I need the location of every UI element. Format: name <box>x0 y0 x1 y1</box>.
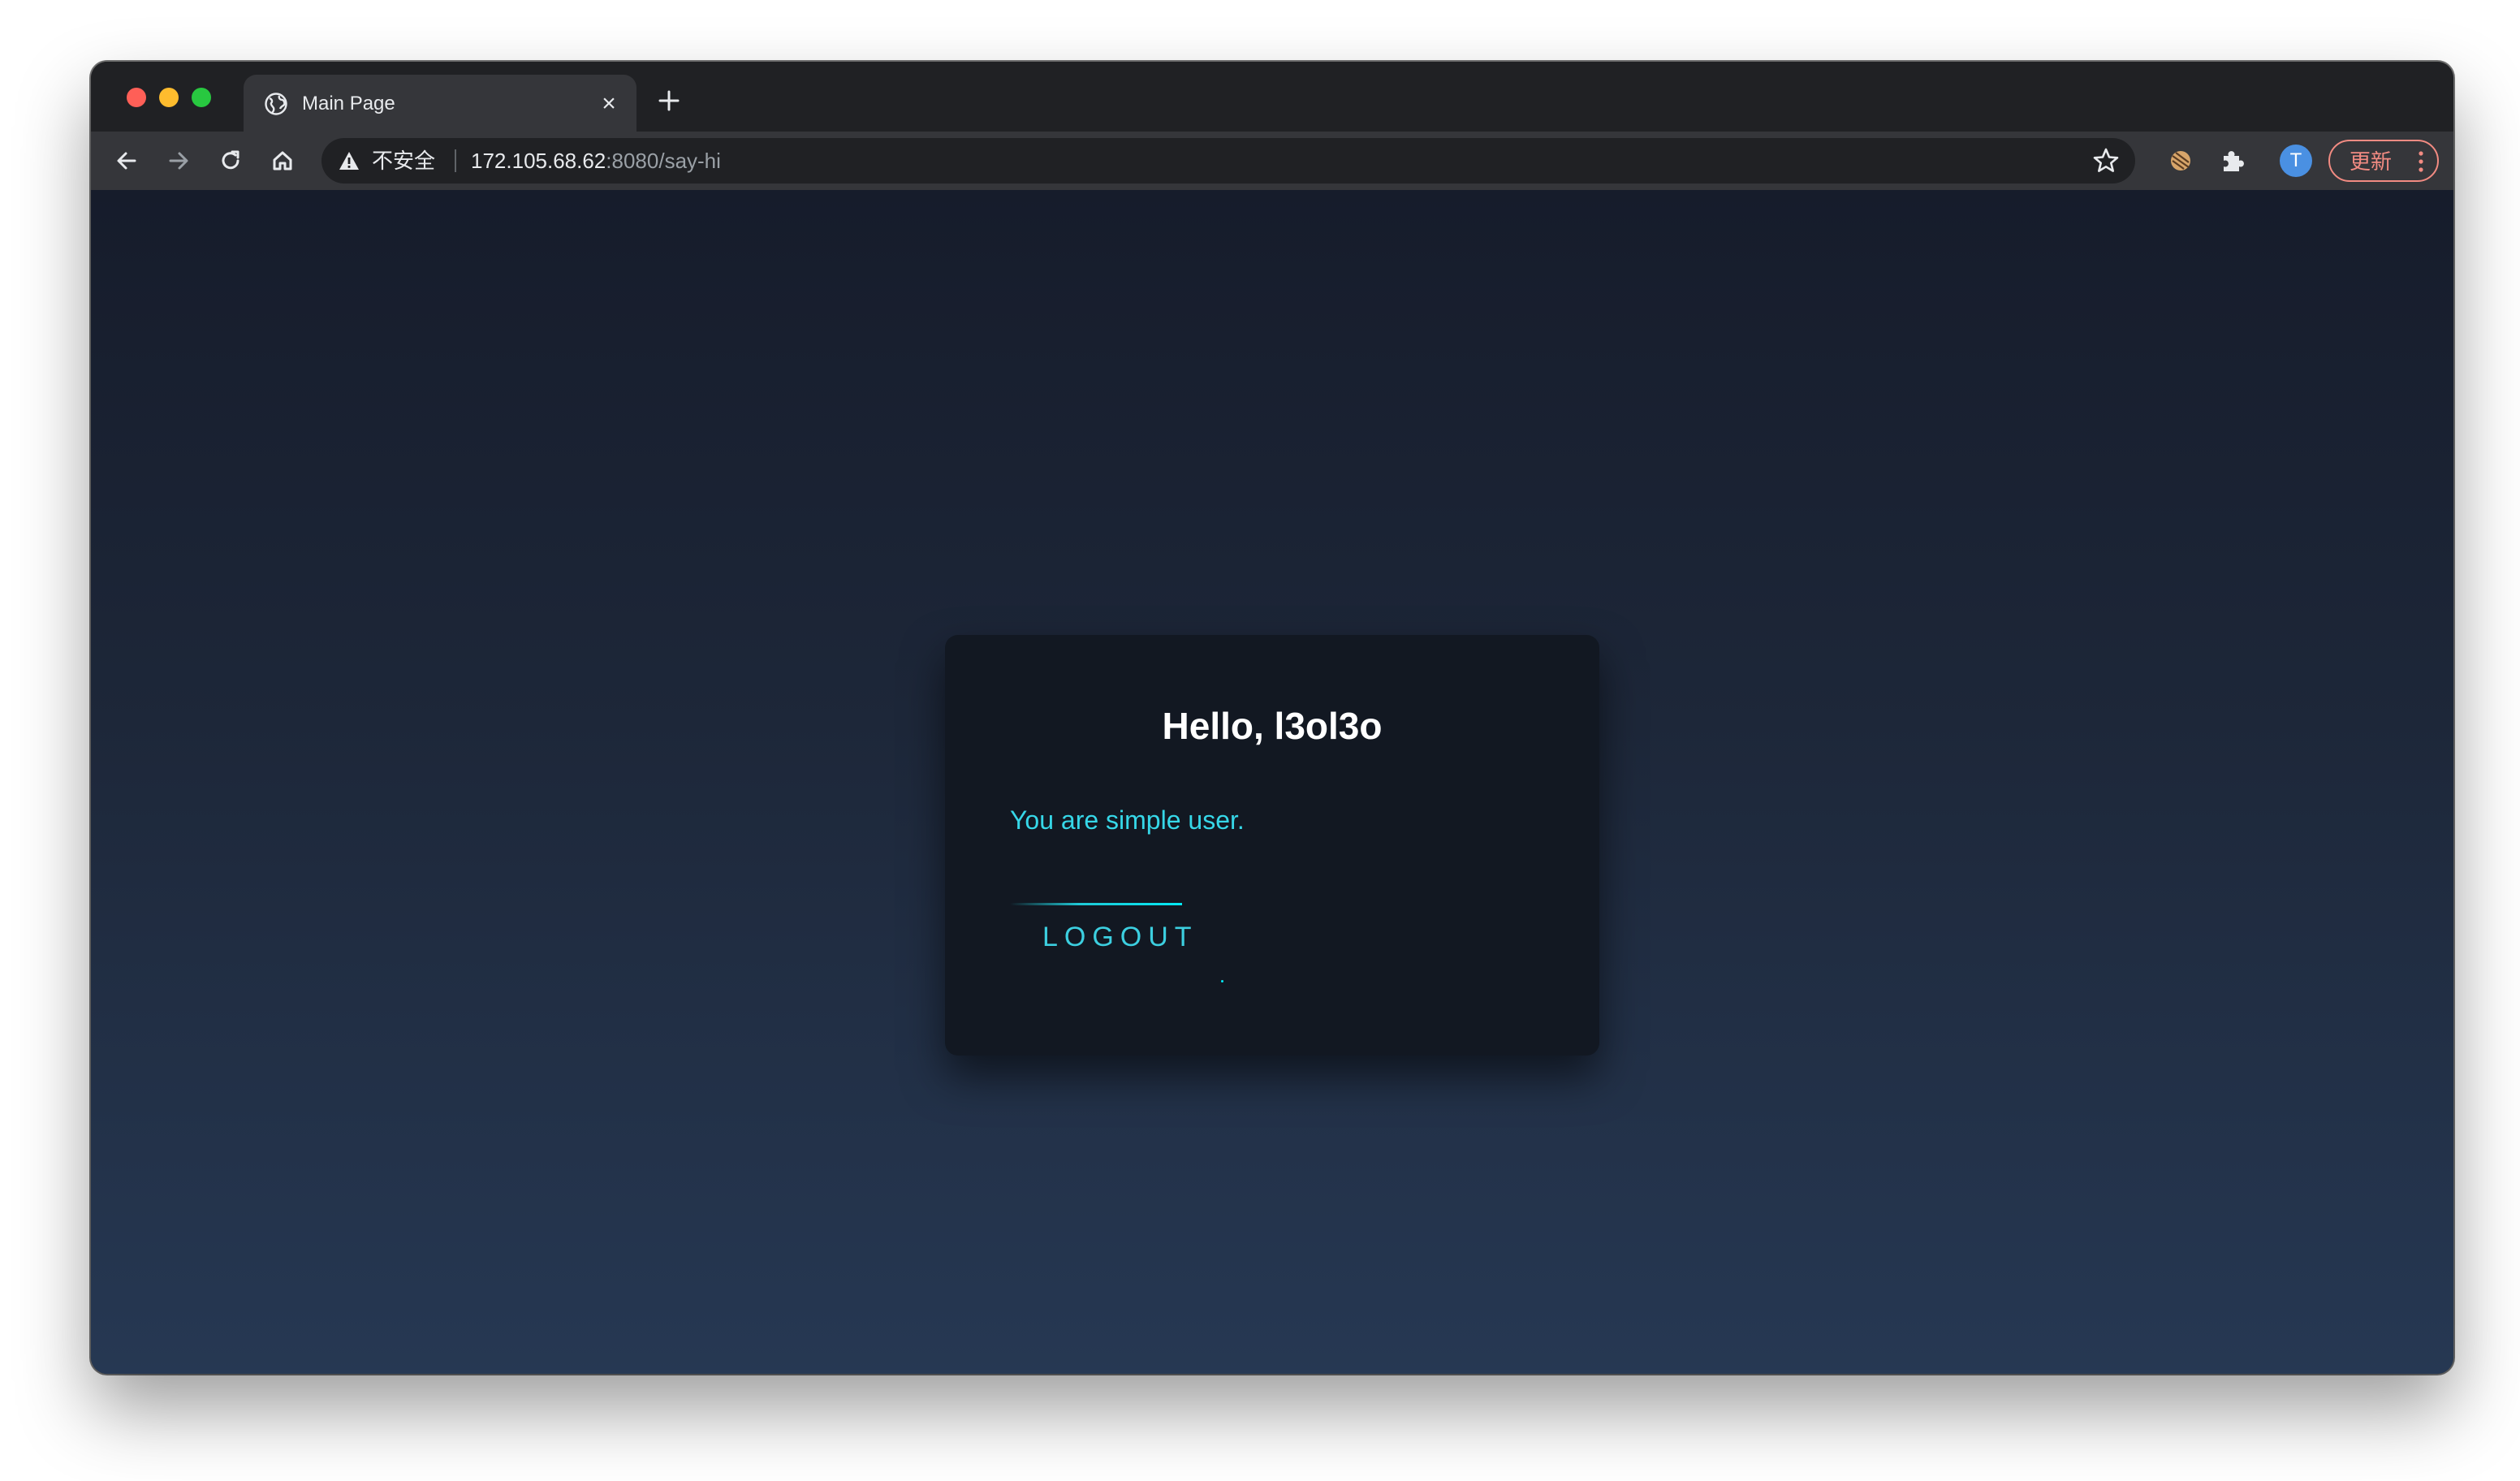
logout-label: LOGOUT <box>1042 922 1198 952</box>
tab-strip: Main Page × <box>91 62 2453 132</box>
greeting-heading: Hello, l3ol3o <box>1162 705 1383 747</box>
back-button[interactable] <box>110 145 143 177</box>
logout-glow-line <box>1010 903 1182 905</box>
user-role-text: You are simple user. <box>1010 805 1245 835</box>
home-icon <box>273 151 292 171</box>
close-tab-button[interactable]: × <box>594 89 624 119</box>
close-window-button[interactable] <box>127 88 146 107</box>
arrow-right-icon <box>169 152 188 170</box>
update-label: 更新 <box>2350 149 2393 174</box>
url-text[interactable]: 172.105.68.62:8080/say-hi <box>471 148 721 174</box>
arrow-left-icon <box>117 152 136 170</box>
url-host: 172.105.68.62 <box>471 149 606 173</box>
profile-avatar[interactable]: T <box>2280 145 2312 177</box>
globe-icon <box>263 91 289 117</box>
zoom-window-button[interactable] <box>192 88 211 107</box>
omnibox-divider <box>455 149 456 172</box>
logout-glow-dot <box>1221 980 1223 982</box>
tab-title: Main Page <box>302 93 395 114</box>
reload-button[interactable] <box>214 145 247 177</box>
welcome-card: Hello, l3ol3o You are simple user. LOGOU… <box>945 635 1599 1056</box>
reload-icon <box>222 150 239 170</box>
extensions-menu-button[interactable] <box>2218 146 2247 175</box>
extension-logo-icon <box>2171 151 2190 171</box>
puzzle-icon <box>2224 151 2244 171</box>
security-status-label[interactable]: 不安全 <box>372 148 435 174</box>
new-tab-button[interactable] <box>654 86 684 115</box>
star-icon <box>2093 148 2119 172</box>
address-bar[interactable]: 不安全 172.105.68.62:8080/say-hi <box>321 138 2135 184</box>
bookmark-star-button[interactable] <box>2091 146 2121 175</box>
home-button[interactable] <box>266 145 299 177</box>
minimize-window-button[interactable] <box>159 88 179 107</box>
tab-main-page[interactable]: Main Page × <box>244 75 636 132</box>
url-path: :8080/say-hi <box>606 149 721 173</box>
more-vertical-icon <box>2418 149 2424 174</box>
logout-button[interactable]: LOGOUT <box>1010 903 1223 992</box>
forward-button[interactable] <box>162 145 195 177</box>
toolbar: 不安全 172.105.68.62:8080/say-hi T 更新 <box>91 132 2453 190</box>
warning-icon <box>338 149 360 172</box>
plus-icon <box>658 90 680 111</box>
browser-window: Main Page × 不安全 172.105.68.62:8080/say-h… <box>91 62 2453 1374</box>
update-button[interactable]: 更新 <box>2328 140 2439 182</box>
extension-button[interactable] <box>2166 146 2195 175</box>
page-viewport: Hello, l3ol3o You are simple user. LOGOU… <box>91 190 2453 1374</box>
